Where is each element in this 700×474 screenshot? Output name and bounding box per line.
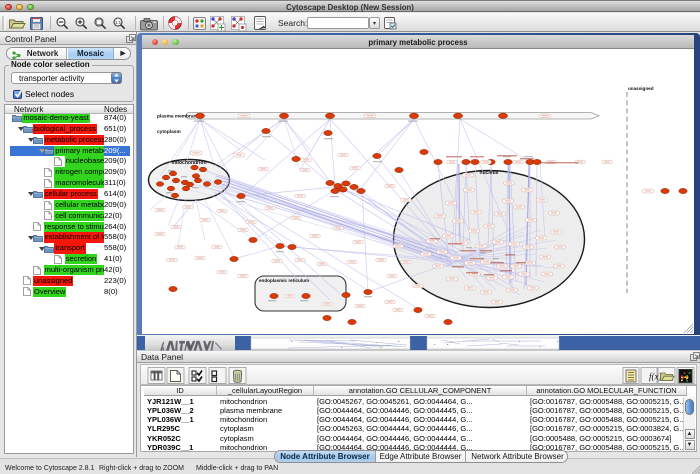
svg-text:cytoplasm: cytoplasm [157,129,181,135]
svg-text:nucleus: nucleus [480,170,499,176]
svg-text:1:1: 1:1 [115,20,122,25]
svg-text:endoplasmic reticulum: endoplasmic reticulum [259,278,309,283]
svg-text:unassigned: unassigned [628,86,654,91]
svg-text:mitochondrion: mitochondrion [172,160,207,166]
svg-text:f(x): f(x) [649,372,662,382]
svg-text:plasma membrane: plasma membrane [157,114,199,120]
